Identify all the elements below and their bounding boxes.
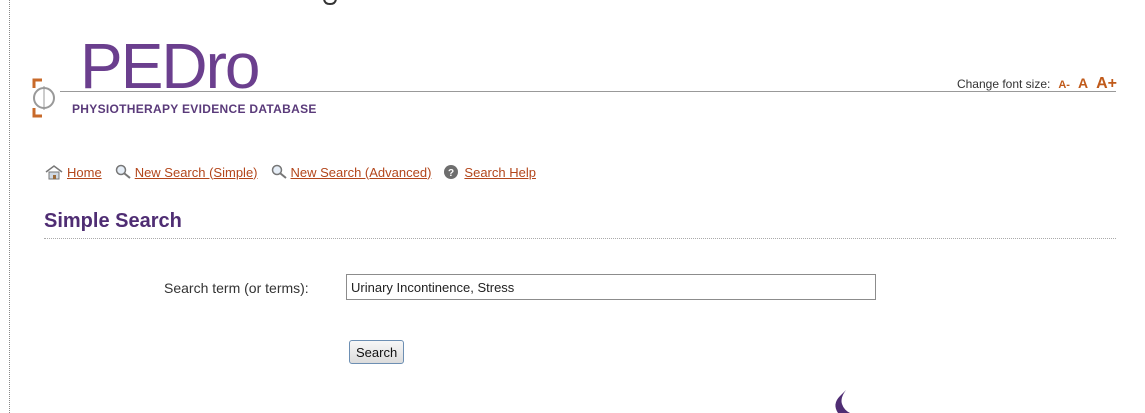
search-input[interactable] — [346, 274, 876, 300]
font-size-decrease-button[interactable]: A- — [1058, 79, 1070, 91]
nav-search-help[interactable]: ? Search Help — [443, 164, 536, 180]
svg-text:?: ? — [448, 168, 454, 179]
help-icon: ? — [444, 165, 459, 179]
top-nav: Home New Search (Simple) New Search (Adv… — [44, 164, 548, 180]
font-size-increase-button[interactable]: A+ — [1096, 75, 1117, 93]
logo-wordmark: PEDro — [80, 30, 260, 102]
nav-new-search-simple-link[interactable]: New Search (Simple) — [135, 165, 258, 180]
nav-new-search-simple[interactable]: New Search (Simple) — [114, 164, 258, 180]
nav-new-search-advanced-link[interactable]: New Search (Advanced) — [291, 165, 432, 180]
page-left-border — [9, 0, 10, 413]
nav-home[interactable]: Home — [44, 164, 102, 180]
home-icon — [45, 165, 63, 180]
magnifier-icon — [115, 164, 131, 179]
magnifier-icon — [271, 164, 287, 179]
page-title: Simple Search — [44, 210, 182, 232]
logo-subtitle: PHYSIOTHERAPY EVIDENCE DATABASE — [72, 102, 317, 116]
partial-logo-mark — [835, 390, 850, 413]
font-size-normal-button[interactable]: A — [1078, 75, 1088, 91]
font-size-controls: Change font size: A- A A+ — [957, 75, 1117, 93]
search-button[interactable]: Search — [349, 340, 405, 364]
search-term-label: Search term (or terms): — [164, 280, 309, 296]
font-size-label: Change font size: — [956, 77, 1051, 91]
logo-crosshair-icon — [32, 78, 55, 118]
nav-new-search-advanced[interactable]: New Search (Advanced) — [270, 164, 432, 180]
cropped-glyph-fragment — [323, 0, 337, 6]
title-divider — [44, 238, 1116, 239]
pedro-logo[interactable]: PEDro PHYSIOTHERAPY EVIDENCE DATABASE — [32, 24, 332, 119]
nav-search-help-link[interactable]: Search Help — [464, 165, 536, 180]
nav-home-link[interactable]: Home — [67, 165, 102, 180]
